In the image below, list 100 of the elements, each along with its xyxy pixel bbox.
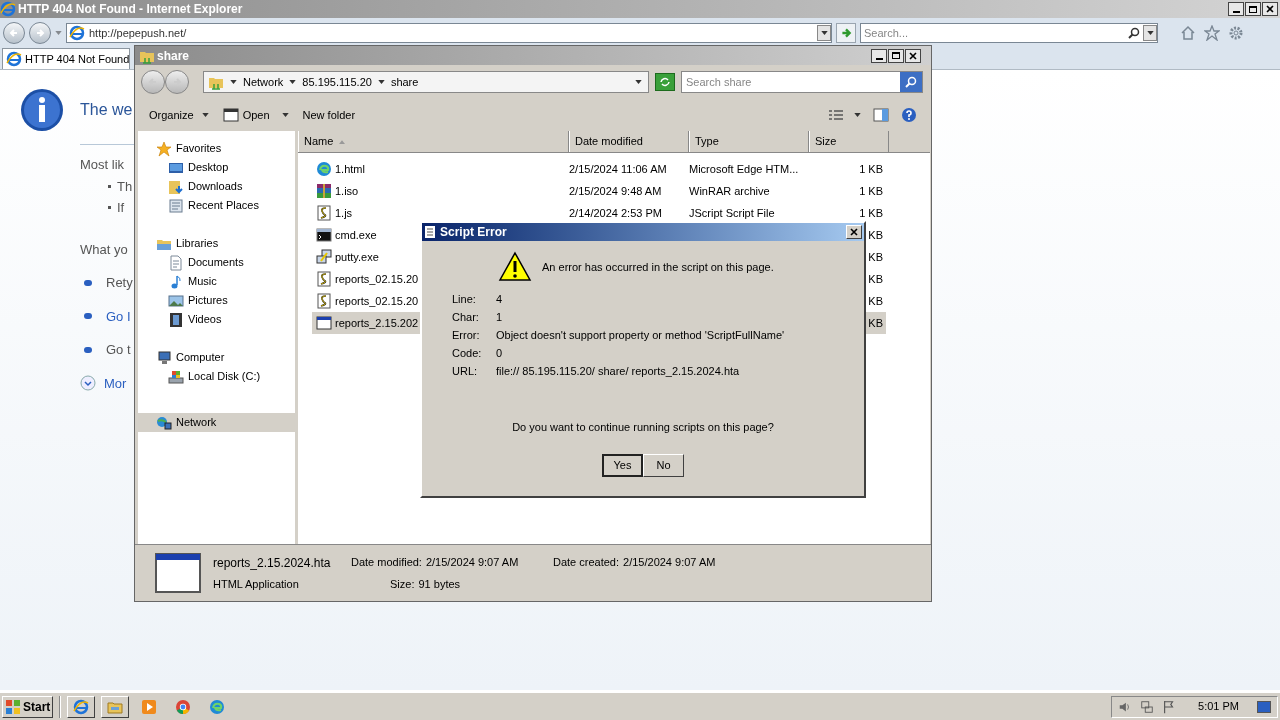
- address-field[interactable]: Network 85.195.115.20 share: [203, 71, 649, 93]
- show-desktop-button[interactable]: [1257, 700, 1271, 713]
- paragraph-text: What yo: [80, 241, 128, 257]
- star-icon[interactable]: [1204, 25, 1220, 41]
- nav-item[interactable]: Libraries: [138, 234, 295, 253]
- nav-item[interactable]: Favorites: [138, 139, 295, 158]
- network-icon[interactable]: [1140, 699, 1155, 714]
- caret-icon: [281, 113, 289, 117]
- nav-item[interactable]: Recent Places: [138, 196, 295, 215]
- close-button[interactable]: [905, 48, 921, 63]
- field-value: 2/15/2024 9:07 AM: [425, 554, 519, 570]
- dialog-button[interactable]: Yes: [602, 453, 643, 477]
- search-button[interactable]: [900, 72, 922, 92]
- close-button[interactable]: [1262, 2, 1278, 16]
- file-name[interactable]: reports_02.15.20: [335, 270, 419, 288]
- settings-icon[interactable]: [1228, 25, 1244, 41]
- help-icon[interactable]: [901, 107, 917, 123]
- dropdown-button[interactable]: [817, 25, 831, 41]
- taskbar-button[interactable]: [67, 695, 96, 718]
- go-button[interactable]: [836, 23, 856, 43]
- search-field[interactable]: Search share: [686, 72, 900, 92]
- nav-item[interactable]: Music: [138, 272, 295, 291]
- toolbar-button[interactable]: New folder: [302, 106, 356, 124]
- minimize-button[interactable]: [1228, 2, 1244, 16]
- minimize-button[interactable]: [871, 48, 887, 63]
- close-icon: [850, 228, 858, 236]
- back-button[interactable]: [3, 22, 25, 44]
- computers-icon: [316, 249, 332, 265]
- script-icon: [316, 271, 332, 287]
- breadcrumb-item[interactable]: Network: [243, 73, 284, 91]
- forward-button[interactable]: [29, 22, 51, 44]
- nav-item[interactable]: Pictures: [138, 291, 295, 310]
- clock-text: 5:01 PM: [1198, 699, 1239, 715]
- table-cell-text: KB: [868, 315, 883, 331]
- search-box[interactable]: Search share: [681, 71, 923, 93]
- toolbar-button[interactable]: Open: [222, 106, 289, 124]
- column-header[interactable]: Name: [298, 131, 569, 152]
- nav-item[interactable]: Computer: [138, 348, 295, 367]
- dialog-message: An error has occurred in the script on this page.: [542, 259, 774, 275]
- start-button[interactable]: Start: [2, 695, 54, 718]
- toolbar-button[interactable]: Organize: [149, 106, 209, 124]
- file-type: HTML Application: [213, 576, 300, 592]
- back-button[interactable]: [141, 70, 165, 94]
- list-icon: [828, 109, 844, 121]
- column-header[interactable]: Type: [689, 131, 809, 152]
- nav-item[interactable]: Videos: [138, 310, 295, 329]
- maximize-button[interactable]: [888, 48, 904, 63]
- dropdown-button[interactable]: [1143, 25, 1157, 41]
- file-name[interactable]: cmd.exe: [335, 226, 377, 244]
- nav-item[interactable]: Documents: [138, 253, 295, 272]
- table-cell: Microsoft Edge HTM...: [689, 162, 799, 175]
- table-cell: 2/15/2024 11:06 AM: [569, 162, 667, 175]
- file-name[interactable]: putty.exe: [335, 248, 379, 266]
- action-text: Rety: [106, 274, 133, 292]
- field-label: Line:: [452, 293, 476, 305]
- browser-tab[interactable]: HTTP 404 Not Found: [2, 48, 130, 69]
- file-name[interactable]: 1.iso: [335, 182, 359, 200]
- play-icon[interactable]: [141, 698, 158, 715]
- chrome-icon[interactable]: [175, 698, 192, 715]
- address-field[interactable]: http://pepepush.net/: [66, 23, 832, 43]
- breadcrumb-item[interactable]: share: [390, 73, 419, 91]
- nav-item[interactable]: Desktop: [138, 158, 295, 177]
- caret-icon: [820, 31, 828, 35]
- expand-icon[interactable]: [80, 375, 96, 392]
- caret-icon: [1146, 31, 1154, 35]
- nav-item[interactable]: Local Disk (C:): [138, 367, 295, 386]
- dialog-button[interactable]: No: [643, 453, 684, 477]
- breadcrumb-item[interactable]: 85.195.115.20: [302, 73, 372, 91]
- file-name[interactable]: 1.html: [335, 160, 365, 178]
- maximize-button[interactable]: [1245, 2, 1261, 16]
- edge-icon: [316, 161, 332, 177]
- column-header[interactable]: Date modified: [569, 131, 689, 152]
- flag-icon[interactable]: [1162, 699, 1177, 714]
- globe-icon: [6, 51, 22, 67]
- forward-button[interactable]: [165, 70, 189, 94]
- file-name[interactable]: 1.js: [335, 204, 353, 222]
- nav-item[interactable]: Downloads: [138, 177, 295, 196]
- nav-item[interactable]: Network: [138, 413, 295, 432]
- column-header[interactable]: Size: [809, 131, 889, 152]
- table-cell: 2/15/2024 9:48 AM: [569, 184, 662, 197]
- page-heading: The we: [80, 100, 133, 120]
- link[interactable]: Go I: [106, 306, 131, 326]
- search-field[interactable]: Search...: [864, 24, 1125, 42]
- refresh-button[interactable]: [655, 73, 675, 91]
- field-value: 0: [496, 346, 503, 359]
- view-button[interactable]: [828, 109, 861, 121]
- dialog-title: Script Error: [440, 224, 507, 241]
- script-icon: [316, 293, 332, 309]
- table-cell-text: KB: [868, 249, 883, 265]
- file-name[interactable]: reports_02.15.20: [335, 292, 419, 310]
- field-value: 1: [496, 310, 503, 323]
- bullet-text: If: [117, 199, 125, 217]
- search-box[interactable]: Search...: [860, 23, 1158, 43]
- home-icon[interactable]: [1180, 25, 1196, 41]
- field-value: 2/15/2024 9:07 AM: [623, 554, 716, 570]
- taskbar-button[interactable]: [101, 695, 130, 718]
- arrow-left-icon: [9, 28, 19, 38]
- paragraph-text: Most lik: [80, 157, 125, 172]
- link[interactable]: Mor: [104, 373, 127, 393]
- preview-pane-icon[interactable]: [873, 108, 889, 122]
